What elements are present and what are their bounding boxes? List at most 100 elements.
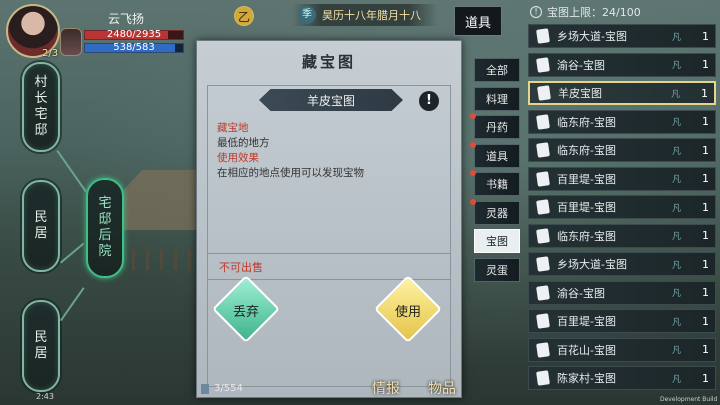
inventory-item[interactable]: 渝谷-宝图 凡 1 [528,52,716,77]
rarity-mark: 凡 [671,317,681,328]
rarity-mark: 凡 [671,203,681,214]
tab-category[interactable]: 灵器 [474,200,520,225]
calendar-bar[interactable]: 季 昊历十八年腊月十八 [292,4,438,26]
item-name: 百花山-宝图 [557,343,616,357]
companion-portrait[interactable] [60,28,82,56]
item-count: 1 [702,172,709,185]
rarity-mark: 凡 [670,89,680,100]
tab-category[interactable]: 丹药 [474,115,520,139]
map-node-village-chief-house[interactable]: 村 长 宅 邸 [22,62,60,152]
tab-category[interactable]: 宝图 [474,229,520,253]
limit-text: 宝图上限：24/100 [547,6,641,19]
tab-category[interactable]: 道具 [474,143,520,168]
rarity-mark: 凡 [671,232,681,242]
tab-info[interactable]: 情报 [372,378,400,398]
map-node-residence-1[interactable]: 民 居 [22,180,60,272]
rarity-mark: 凡 [671,374,681,385]
item-count: 1 [702,314,709,328]
treasure-map-icon [536,199,550,215]
treasure-map-icon [536,284,550,301]
inventory-item[interactable]: 百花山-宝图 凡 1 [528,337,716,362]
treasure-map-icon [536,170,550,187]
hp-text: 2480/2935 [106,29,162,40]
rarity-mark: 凡 [671,260,681,271]
item-name: 百里堤-宝图 [557,201,616,214]
item-name: 陈家村-宝图 [557,372,616,385]
inventory-item[interactable]: 乡场大道-宝图 凡 1 [528,24,716,48]
item-name: 百里堤-宝图 [557,315,616,328]
treasure-map-icon [536,113,550,130]
treasure-map-icon [536,227,550,244]
rarity-mark: 凡 [671,61,681,71]
treasure-map-icon [536,370,550,386]
item-count: 1 [702,143,709,157]
date-text: 昊历十八年腊月十八 [322,9,421,22]
rarity-mark: 凡 [671,32,681,43]
item-name-banner: 羊皮宝图 [259,89,403,111]
inventory-item[interactable]: 临东府-宝图 凡 1 [528,109,716,134]
inventory-limit: ! 宝图上限：24/100 [524,4,720,20]
status-badge[interactable]: 乙 [234,6,254,26]
info-icon[interactable]: ! [419,91,439,111]
item-count: 1 [702,229,709,242]
item-count: 1 [702,343,709,356]
alert-icon: ! [530,6,542,18]
inventory-item[interactable]: 陈家村-宝图 凡 1 [528,366,716,390]
item-description: 藏宝地 最低的地方 使用效果 在相应的地点使用可以发现宝物 [217,121,447,181]
item-count: 1 [702,257,709,271]
item-name: 百里堤-宝图 [557,172,616,186]
player-level: 2/3 [42,48,59,59]
treasure-map-icon [536,313,550,329]
item-name: 乡场大道-宝图 [557,30,627,43]
clock: 2:43 [36,392,54,401]
map-node-backyard[interactable]: 宅 邸 后 院 [86,178,124,278]
mp-text: 538/583 [113,42,155,53]
inventory-item[interactable]: 羊皮宝图 凡 1 [528,81,716,105]
usage-value: 在相应的地点使用可以发现宝物 [217,167,364,179]
notification-dot [470,198,476,205]
item-name: 渝谷-宝图 [557,286,605,300]
divider [207,253,451,254]
treasure-map-icon [536,256,550,272]
item-count: 1 [702,58,709,71]
treasure-map-icon [536,341,550,358]
treasure-map-icon [536,28,550,44]
tab-category[interactable]: 灵蛋 [474,257,520,282]
build-label: Development Build [660,396,718,403]
inventory-item[interactable]: 渝谷-宝图 凡 1 [528,280,716,305]
discard-label: 丢弃 [232,305,259,320]
tab-category[interactable]: 全部 [474,58,520,82]
map-node-residence-2[interactable]: 民 居 [22,300,60,392]
inventory-item[interactable]: 百里堤-宝图 凡 1 [528,309,716,333]
inventory-item[interactable]: 临东府-宝图 凡 1 [528,223,716,248]
not-for-sale-label: 不可出售 [219,261,263,274]
stack-count: 3/554 [214,383,243,394]
hp-bar: 2480/2935 [84,29,184,40]
item-name: 临东府-宝图 [557,229,616,243]
rarity-mark: 凡 [671,289,681,299]
item-detail-panel: 藏宝图 羊皮宝图 ! 藏宝地 最低的地方 使用效果 在相应的地点使用可以发现宝物… [196,40,462,398]
item-count: 1 [701,86,708,100]
item-count: 1 [702,29,709,43]
tab-category[interactable]: 书籍 [474,172,520,196]
season-icon: 季 [298,6,316,24]
inventory-item[interactable]: 百里堤-宝图 凡 1 [528,166,716,191]
item-name: 临东府-宝图 [557,144,616,157]
item-count: 1 [702,371,709,385]
category-title: 道具 [454,6,502,36]
usage-label: 使用效果 [217,152,259,164]
tab-category[interactable]: 料理 [474,86,520,111]
item-name: 乡场大道-宝图 [557,258,627,271]
use-label: 使用 [394,305,421,320]
inventory-item[interactable]: 百里堤-宝图 凡 1 [528,195,716,219]
treasure-map-icon [536,142,550,158]
inventory-item[interactable]: 临东府-宝图 凡 1 [528,138,716,162]
item-name: 临东府-宝图 [557,115,616,129]
notification-dot [470,141,476,148]
rarity-mark: 凡 [671,118,681,128]
player-name: 云飞扬 [108,12,145,26]
item-count: 1 [702,200,709,214]
mp-bar: 538/583 [84,42,184,53]
inventory-item[interactable]: 乡场大道-宝图 凡 1 [528,252,716,276]
tab-items[interactable]: 物品 [428,378,456,398]
